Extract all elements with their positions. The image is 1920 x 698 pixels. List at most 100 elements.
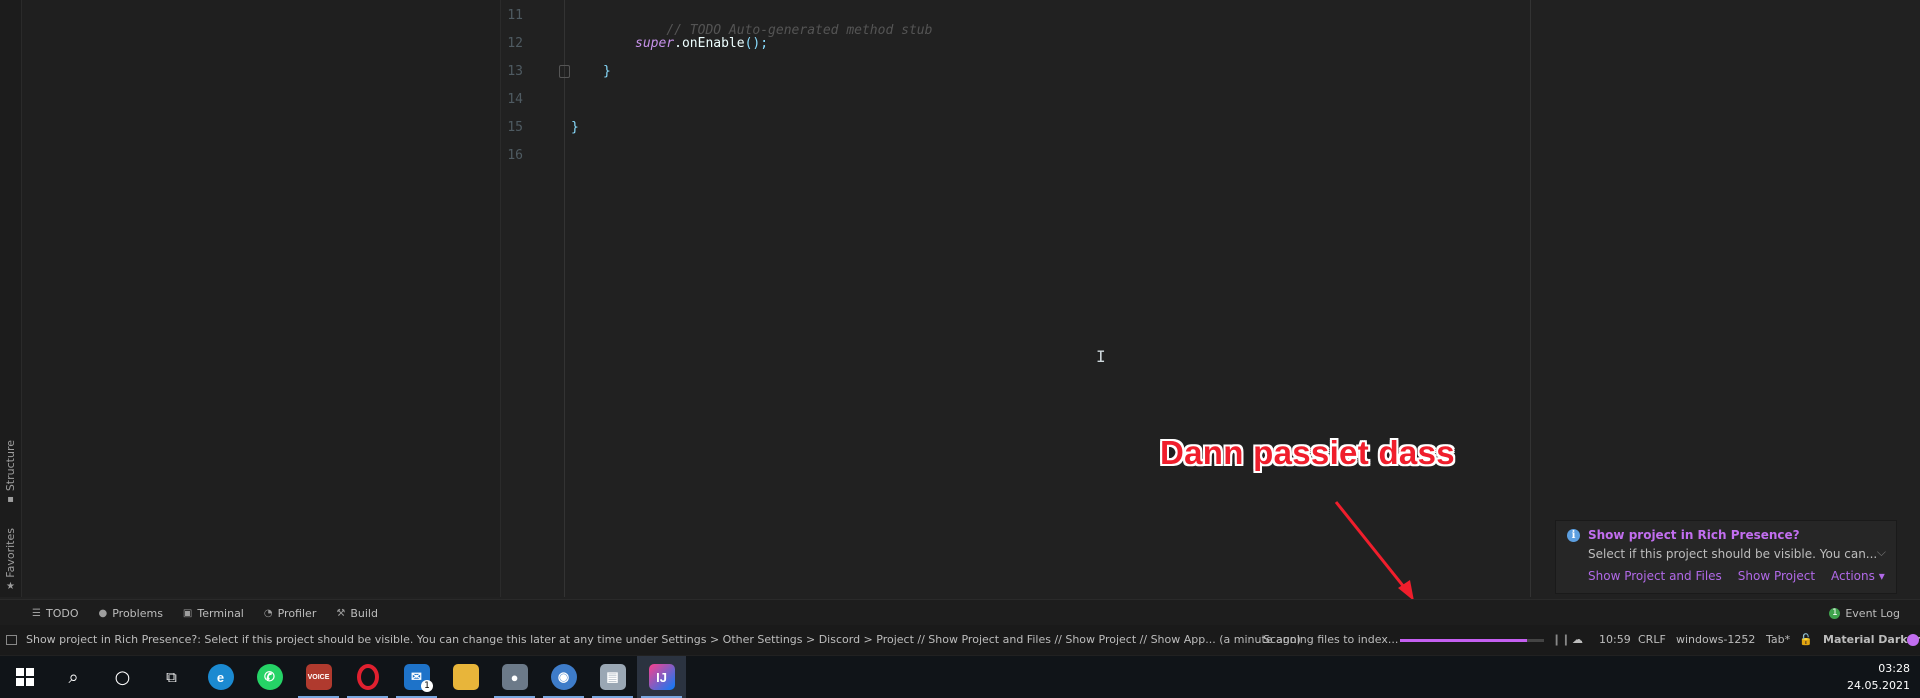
clock-time: 03:28 bbox=[1878, 662, 1910, 675]
indexing-progress-bar bbox=[1400, 639, 1544, 642]
terminal-label: Terminal bbox=[197, 606, 244, 620]
progress-fill bbox=[1400, 639, 1527, 642]
build-tool-button[interactable]: ⚒ Build bbox=[336, 607, 378, 620]
show-project-and-files-link[interactable]: Show Project and Files bbox=[1588, 569, 1722, 583]
notification-title: Show project in Rich Presence? bbox=[1588, 528, 1800, 542]
super-keyword: super bbox=[635, 36, 675, 51]
mail-badge: 1 bbox=[421, 680, 433, 692]
indent-setting[interactable]: Tab* bbox=[1766, 633, 1790, 646]
info-icon: i bbox=[1567, 529, 1580, 542]
intellij-button[interactable]: IJ bbox=[637, 656, 686, 698]
actions-dropdown[interactable]: Actions ▾ bbox=[1831, 569, 1885, 583]
theme-icon bbox=[1907, 634, 1919, 646]
edge-button[interactable]: e bbox=[196, 656, 245, 698]
star-icon: ★ bbox=[6, 580, 15, 592]
structure-icon: ▪ bbox=[7, 494, 14, 506]
warning-icon: ● bbox=[98, 607, 108, 619]
method-call: .onEnable bbox=[674, 36, 745, 51]
start-button[interactable] bbox=[0, 656, 49, 698]
photo-app-icon: ▤ bbox=[599, 664, 626, 690]
rich-presence-notification: i Show project in Rich Presence? Select … bbox=[1555, 520, 1897, 594]
line-number: 14 bbox=[507, 92, 523, 107]
favorites-tab-label: Favorites bbox=[4, 528, 17, 578]
line-number: 12 bbox=[507, 36, 523, 51]
folder-icon bbox=[452, 664, 479, 690]
structure-tab-label: Structure bbox=[4, 440, 17, 492]
terminal-icon: ▣ bbox=[182, 607, 193, 619]
tool-windows-toggle-icon[interactable] bbox=[6, 635, 17, 645]
search-button[interactable]: ⌕ bbox=[49, 656, 98, 698]
notification-body: Select if this project should be visible… bbox=[1588, 547, 1878, 561]
editor-gutter: 11 12 13 14 15 16 bbox=[501, 0, 570, 597]
line-separator[interactable]: CRLF bbox=[1638, 633, 1666, 646]
project-panel bbox=[22, 0, 501, 597]
event-log-badge: 1 bbox=[1829, 607, 1841, 619]
circle-app-icon: ◉ bbox=[550, 664, 577, 690]
windows-logo-icon bbox=[15, 668, 34, 686]
todo-label: TODO bbox=[45, 606, 79, 620]
terminal-tool-button[interactable]: ▣ Terminal bbox=[183, 607, 244, 620]
list-icon: ☰ bbox=[32, 607, 41, 619]
task-view-button[interactable]: ⧉ bbox=[147, 656, 196, 698]
cortana-button[interactable]: ○ bbox=[98, 656, 147, 698]
annotation-arrow-icon bbox=[1334, 501, 1414, 601]
edge-icon: e bbox=[207, 664, 234, 690]
line-number: 15 bbox=[507, 120, 523, 135]
hammer-icon: ⚒ bbox=[336, 607, 346, 619]
profiler-icon: ◔ bbox=[263, 607, 273, 619]
cloud-icon[interactable]: ☁ bbox=[1572, 633, 1583, 646]
line-number: 16 bbox=[507, 148, 523, 163]
theme-name[interactable]: Material Darker bbox=[1823, 633, 1920, 646]
favorites-tab[interactable]: Favorites ★ bbox=[0, 528, 21, 592]
whatsapp-button[interactable]: ✆ bbox=[245, 656, 294, 698]
event-log-label: Event Log bbox=[1845, 606, 1900, 620]
voicemeeter-icon: VOICE bbox=[305, 664, 332, 690]
search-icon: ⌕ bbox=[68, 666, 79, 688]
task-view-icon: ⧉ bbox=[166, 668, 177, 686]
status-bar: Show project in Rich Presence?: Select i… bbox=[0, 625, 1920, 655]
line-number: 13 bbox=[507, 64, 523, 79]
pause-icon[interactable]: ❙❙ bbox=[1552, 633, 1570, 646]
profiler-label: Profiler bbox=[277, 606, 317, 620]
code-line-12: super.onEnable(); bbox=[635, 36, 768, 51]
file-explorer-button[interactable] bbox=[441, 656, 490, 698]
chevron-down-icon[interactable]: ⌵ bbox=[1877, 545, 1886, 560]
structure-tab[interactable]: Structure ▪ bbox=[0, 440, 21, 505]
event-log-button[interactable]: 1 Event Log bbox=[1829, 600, 1900, 626]
cortana-icon: ○ bbox=[114, 666, 131, 688]
caret-position[interactable]: 10:59 bbox=[1599, 633, 1631, 646]
lock-icon[interactable]: 🔓 bbox=[1799, 633, 1813, 646]
problems-label: Problems bbox=[112, 606, 163, 620]
problems-tool-button[interactable]: ● Problems bbox=[98, 607, 162, 620]
system-clock[interactable]: 03:28 24.05.2021 bbox=[1847, 660, 1910, 694]
left-tool-strip bbox=[0, 0, 22, 597]
right-margin-guide bbox=[1530, 0, 1531, 597]
build-label: Build bbox=[350, 606, 378, 620]
todo-tool-button[interactable]: ☰ TODO bbox=[32, 607, 78, 620]
clock-date: 24.05.2021 bbox=[1847, 679, 1910, 692]
tool-window-bar: ☰ TODO ● Problems ▣ Terminal ◔ Profiler … bbox=[0, 599, 1920, 626]
photo-app-button[interactable]: ▤ bbox=[588, 656, 637, 698]
show-project-link[interactable]: Show Project bbox=[1738, 569, 1815, 583]
notification-actions: Show Project and Files Show Project Acti… bbox=[1588, 569, 1885, 583]
code-line-15: } bbox=[571, 120, 579, 135]
intellij-icon: IJ bbox=[648, 664, 675, 690]
line-number: 11 bbox=[507, 8, 523, 23]
annotation-text: Dann passiet dass bbox=[1160, 434, 1455, 471]
status-message[interactable]: Show project in Rich Presence?: Select i… bbox=[26, 633, 1301, 646]
opera-button[interactable] bbox=[343, 656, 392, 698]
screen-recorder-button[interactable]: ● bbox=[490, 656, 539, 698]
file-encoding[interactable]: windows-1252 bbox=[1676, 633, 1755, 646]
call-parens: (); bbox=[744, 36, 769, 51]
text-cursor-icon: I bbox=[1096, 347, 1106, 366]
circle-app-button[interactable]: ◉ bbox=[539, 656, 588, 698]
whatsapp-icon: ✆ bbox=[256, 664, 283, 690]
recorder-icon: ● bbox=[501, 664, 528, 690]
opera-icon bbox=[356, 664, 379, 690]
code-line-13: } bbox=[603, 64, 611, 79]
mail-button[interactable]: ✉ 1 bbox=[392, 656, 441, 698]
scanning-status: Scanning files to index... bbox=[1263, 633, 1399, 646]
voicemeeter-button[interactable]: VOICE bbox=[294, 656, 343, 698]
profiler-tool-button[interactable]: ◔ Profiler bbox=[264, 607, 316, 620]
windows-taskbar: ⌕ ○ ⧉ e ✆ VOICE ✉ 1 ● ◉ ▤ IJ 03:28 24.05.… bbox=[0, 656, 1920, 698]
